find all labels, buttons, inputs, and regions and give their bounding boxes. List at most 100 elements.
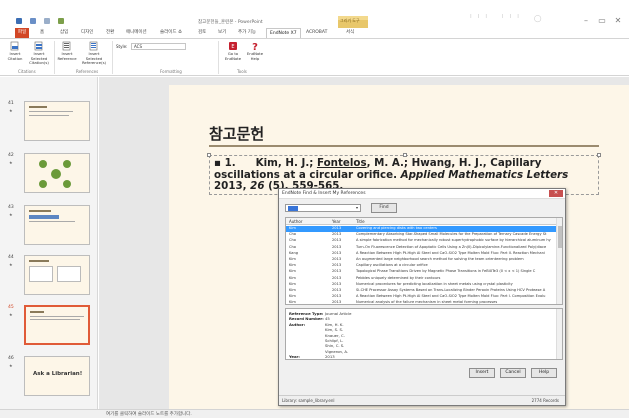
table-row[interactable]: Kim 2013 Numerical analysis of the failure… xyxy=(286,300,557,305)
tab-file[interactable]: 파일 xyxy=(15,28,30,38)
restore-button[interactable]: ▭ xyxy=(596,16,608,26)
cell-title: Complementary Absorbing Star-Shaped Smal… xyxy=(356,232,547,237)
detail-value: Vigneron, A. xyxy=(325,348,349,354)
table-scrollbar[interactable] xyxy=(556,218,562,304)
insert-selected-citations-button[interactable]: Insert Selected Citation(s) xyxy=(26,41,52,66)
tab-review[interactable]: 검토 xyxy=(198,28,206,38)
tab-slide-show[interactable]: 슬라이드 쇼 xyxy=(160,28,182,38)
insert-reference-icon xyxy=(62,41,71,51)
cell-title: A Reaction Between High Pt-High Al Steel… xyxy=(356,250,545,255)
slide-title[interactable]: 참고문헌 xyxy=(209,123,264,144)
slide-thumbnail-42[interactable] xyxy=(24,153,90,193)
insert-selected-references-button[interactable]: Insert Selected Reference(s) xyxy=(80,41,108,66)
detail-value: 45 xyxy=(325,316,330,322)
tab-view[interactable]: 보기 xyxy=(218,28,226,38)
tab-add-ins[interactable]: 추가 기능 xyxy=(238,28,256,38)
find-button[interactable]: Find xyxy=(371,203,397,213)
animation-star-icon: ★ xyxy=(9,108,13,113)
tab-endnote-x7[interactable]: EndNote X7 xyxy=(266,28,301,38)
resize-handle[interactable] xyxy=(597,153,601,157)
undo-icon[interactable] xyxy=(30,18,36,24)
table-row[interactable]: Cho 2013 A simple fabrication method for m… xyxy=(286,238,557,244)
detail-row: Year: 2013 xyxy=(289,354,335,360)
resize-handle[interactable] xyxy=(207,153,211,157)
style-dropdown[interactable]: ACS xyxy=(131,43,186,50)
tab-design[interactable]: 디자인 xyxy=(81,28,93,38)
search-input[interactable]: ▾ xyxy=(285,204,361,212)
scrollbar-thumb[interactable] xyxy=(558,226,562,248)
cell-year: 2013 xyxy=(332,244,342,249)
insert-button[interactable]: Insert xyxy=(469,368,495,378)
slide-thumbnail-46[interactable]: Ask a Librarian! xyxy=(24,356,90,396)
reference-number: 1. xyxy=(224,157,236,169)
table-row[interactable]: Kim 2013 Capillary oscillations at a circu… xyxy=(286,263,557,269)
insert-selected-citations-icon xyxy=(34,41,43,51)
cell-author: Kim xyxy=(289,300,296,305)
cell-year: 2013 xyxy=(332,238,342,243)
column-header-title[interactable]: Title xyxy=(356,218,556,224)
style-label: Style: xyxy=(116,44,128,49)
thumbnail-title: Ask a Librarian! xyxy=(33,371,83,377)
tab-format[interactable]: 서식 xyxy=(346,28,354,38)
cell-title: A simple fabrication method for mechanic… xyxy=(356,238,551,243)
cell-year: 2013 xyxy=(332,263,342,268)
tab-acrobat[interactable]: ACROBAT xyxy=(306,28,327,38)
table-row[interactable]: Kim 2013 A Reaction Between High Pt-High A… xyxy=(286,294,557,300)
tab-transitions[interactable]: 전환 xyxy=(106,28,114,38)
endnote-find-insert-dialog[interactable]: EndNote Find & Insert My References ✕ ▾ … xyxy=(278,188,566,406)
notes-bar[interactable]: 여기를 클릭하여 슬라이드 노트를 추가합니다. xyxy=(0,409,629,418)
context-tab-group-label: 그리기 도구 xyxy=(340,18,360,23)
detail-scrollbar[interactable] xyxy=(556,309,562,359)
save-icon[interactable] xyxy=(16,18,22,24)
cell-author: Kim xyxy=(289,269,296,274)
detail-value: Shin, C. S. xyxy=(325,343,345,349)
thumbnail-number: 46 xyxy=(8,356,14,361)
cell-author: Kim xyxy=(289,275,296,280)
slide-thumbnail-45[interactable] xyxy=(24,305,90,345)
cell-year: 2013 xyxy=(332,275,342,280)
table-row[interactable]: Kim 2013 Pebbles uniquely determined by th… xyxy=(286,276,557,282)
dialog-close-button[interactable]: ✕ xyxy=(549,190,563,197)
start-from-beginning-icon[interactable] xyxy=(58,18,64,24)
cell-author: Cho xyxy=(289,232,296,237)
insert-citation-button[interactable]: Insert Citation xyxy=(4,41,26,61)
cell-year: 2013 xyxy=(332,232,342,237)
table-row[interactable]: Kang 2013 A Reaction Between High Pt-High … xyxy=(286,251,557,257)
thumbnail-number: 44 xyxy=(8,255,14,260)
close-button[interactable]: ✕ xyxy=(612,16,624,26)
table-row[interactable]: Kim 2013 Topological Phase Transitions Dri… xyxy=(286,269,557,275)
table-row[interactable]: Kim 2013 Covering and piercing disks with … xyxy=(286,226,557,232)
cancel-button[interactable]: Cancel xyxy=(500,368,526,378)
slide-thumbnail-44[interactable] xyxy=(24,255,90,295)
column-header-author[interactable]: Author xyxy=(289,218,329,224)
thumbnail-number: 43 xyxy=(8,205,14,210)
table-row[interactable]: Cho 2013 Complementary Absorbing Star-Shap… xyxy=(286,232,557,238)
reference-author-underlined: Fontelos xyxy=(316,157,367,169)
table-row[interactable]: Kim 2013 Si-CHE Processor Assay Systems Ba… xyxy=(286,288,557,294)
slide-thumbnail-41[interactable] xyxy=(24,101,90,141)
endnote-help-button[interactable]: ? EndNote Help xyxy=(244,41,266,61)
redo-icon[interactable] xyxy=(44,18,50,24)
table-row[interactable]: Cho 2013 Turn-On Fluorescence Detection of… xyxy=(286,245,557,251)
go-to-endnote-button[interactable]: E Go to EndNote xyxy=(222,41,244,61)
cell-author: Kim xyxy=(289,294,296,299)
tab-home[interactable]: 홈 xyxy=(40,28,44,38)
cell-year: 2013 xyxy=(332,288,342,292)
cell-title: Capillary oscillations at a circular ori… xyxy=(356,263,428,268)
tab-animations[interactable]: 애니메이션 xyxy=(126,28,147,38)
references-table: Author Year Title Kim 2013 Covering and pi… xyxy=(285,217,563,305)
svg-text:?: ? xyxy=(252,42,258,51)
column-header-year[interactable]: Year xyxy=(332,218,352,224)
cell-title: Covering and piercing disks with two cen… xyxy=(356,226,437,230)
tab-insert[interactable]: 삽입 xyxy=(60,28,68,38)
dialog-title-bar[interactable]: EndNote Find & Insert My References ✕ xyxy=(279,189,565,199)
chevron-down-icon[interactable]: ▾ xyxy=(356,205,358,211)
slide-thumbnail-43[interactable] xyxy=(24,205,90,245)
table-row[interactable]: Kim 2013 Numerical procedures for predicti… xyxy=(286,282,557,288)
insert-reference-button[interactable]: Insert Reference xyxy=(56,41,78,61)
animation-star-icon: ★ xyxy=(9,262,13,267)
help-button[interactable]: Help xyxy=(531,368,557,378)
table-row[interactable]: Kim 2013 An augmented large neighborhood s… xyxy=(286,257,557,263)
cell-year: 2013 xyxy=(332,269,342,274)
minimize-button[interactable]: – xyxy=(580,16,592,26)
